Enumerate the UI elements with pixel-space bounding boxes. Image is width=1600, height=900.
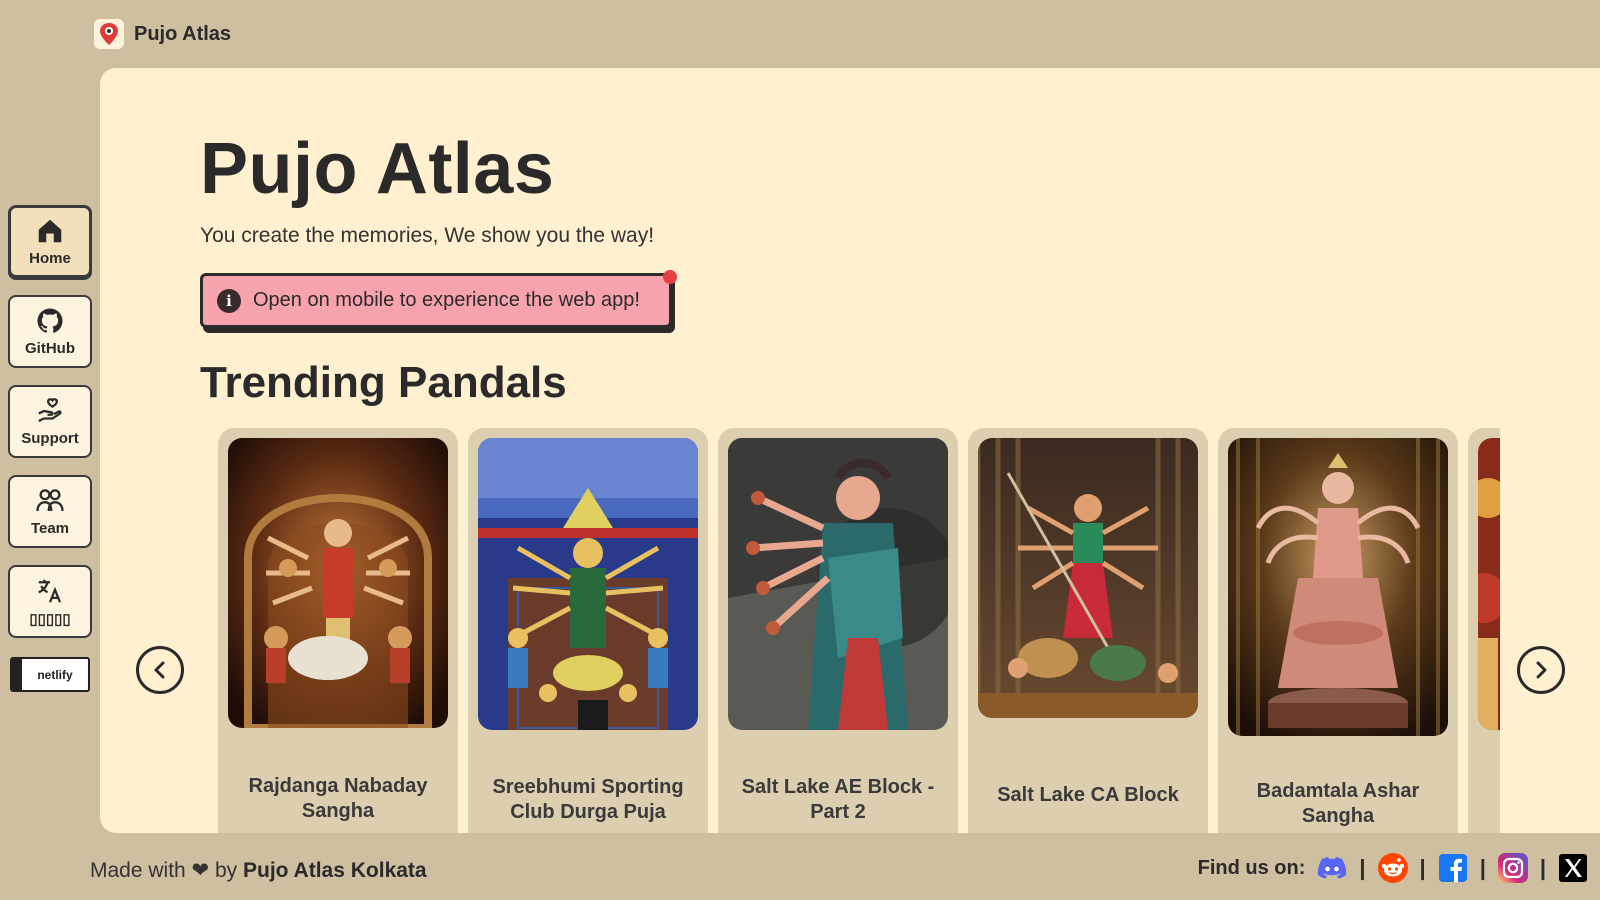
notification-dot <box>663 270 677 284</box>
pandal-card[interactable]: Badamtala Ashar Sangha <box>1218 428 1458 833</box>
sidebar-item-language[interactable]: ▯▯▯▯▯ <box>8 565 92 638</box>
sidebar-item-label: Home <box>29 250 71 267</box>
pandal-photo <box>1228 438 1448 736</box>
sidebar-item-team[interactable]: Team <box>8 475 92 548</box>
netlify-label: netlify <box>37 667 73 682</box>
instagram-icon[interactable] <box>1497 853 1528 883</box>
footer-credit: Made with ❤ by Pujo Atlas Kolkata <box>90 858 427 883</box>
pandal-card[interactable]: Sreebhumi Sporting Club Durga Puja <box>468 428 708 833</box>
brand-name[interactable]: Pujo Atlas <box>134 23 231 46</box>
footer-socials: Find us on: | | | | <box>1198 853 1588 883</box>
sidebar-item-github[interactable]: GitHub <box>8 295 92 368</box>
page-title: Pujo Atlas <box>200 129 555 209</box>
main-content: Pujo Atlas You create the memories, We s… <box>100 68 1600 833</box>
pandal-name: Salt Lake CA Block <box>997 784 1179 806</box>
netlify-strip <box>12 659 22 690</box>
separator: | <box>1419 855 1426 880</box>
chevron-left-icon <box>154 661 165 679</box>
github-icon <box>37 308 63 333</box>
pandal-photo <box>228 438 448 728</box>
pandal-photo <box>728 438 948 730</box>
support-icon <box>38 398 62 423</box>
discord-icon[interactable] <box>1317 853 1347 883</box>
separator: | <box>1539 855 1546 880</box>
sidebar-item-home[interactable]: Home <box>8 205 92 278</box>
pujo-atlas-logo-icon[interactable] <box>94 19 124 49</box>
find-us-label: Find us on: <box>1197 856 1306 879</box>
sidebar-item-label: GitHub <box>25 340 75 357</box>
x-icon[interactable] <box>1558 853 1588 883</box>
alert-text: Open on mobile to experience the web app… <box>253 289 640 311</box>
facebook-icon[interactable] <box>1438 853 1468 883</box>
chevron-right-icon <box>1536 661 1547 679</box>
team-icon <box>36 489 64 512</box>
pandal-photo <box>478 438 698 730</box>
reddit-icon[interactable] <box>1377 853 1408 883</box>
pandal-carousel: Rajdanga Nabaday Sangha Sreebhumi Sporti… <box>200 428 1500 833</box>
sidebar-item-label: Support <box>21 430 79 447</box>
made-with-text: Made with ❤ by <box>90 859 238 882</box>
tagline: You create the memories, We show you the… <box>200 224 655 247</box>
footer-org-link[interactable]: Pujo Atlas Kolkata <box>243 859 427 882</box>
translate-icon <box>38 579 62 603</box>
info-icon: i <box>217 288 241 313</box>
carousel-next-button[interactable] <box>1517 646 1565 694</box>
separator: | <box>1479 855 1486 880</box>
pandal-name: Sreebhumi Sporting Club Durga Puja <box>492 776 684 823</box>
pandal-name: Salt Lake AE Block - Part 2 <box>741 776 935 823</box>
separator: | <box>1359 855 1366 880</box>
sidebar-item-label: ▯▯▯▯▯ <box>29 610 71 628</box>
pandal-card-partial-right[interactable] <box>1468 428 1500 833</box>
sidebar-item-label: Team <box>30 520 70 537</box>
home-icon <box>38 219 62 243</box>
pandal-photo <box>978 438 1198 718</box>
pandal-card[interactable]: Salt Lake CA Block <box>968 428 1208 833</box>
pandal-card[interactable]: Salt Lake AE Block - Part 2 <box>718 428 958 833</box>
top-bar: Pujo Atlas <box>94 18 231 50</box>
pandal-photo <box>1478 438 1500 730</box>
sidebar: Home GitHub Support Team ▯▯▯▯▯ netlify <box>8 205 92 692</box>
pandal-name: Badamtala Ashar Sangha <box>1256 780 1420 827</box>
mobile-alert[interactable]: i Open on mobile to experience the web a… <box>200 270 677 328</box>
pandal-name: Rajdanga Nabaday Sangha <box>248 775 428 822</box>
section-title: Trending Pandals <box>200 358 567 407</box>
sidebar-item-support[interactable]: Support <box>8 385 92 458</box>
netlify-badge[interactable]: netlify <box>10 657 90 692</box>
pandal-card[interactable]: Rajdanga Nabaday Sangha <box>218 428 458 833</box>
carousel-prev-button[interactable] <box>136 646 184 694</box>
